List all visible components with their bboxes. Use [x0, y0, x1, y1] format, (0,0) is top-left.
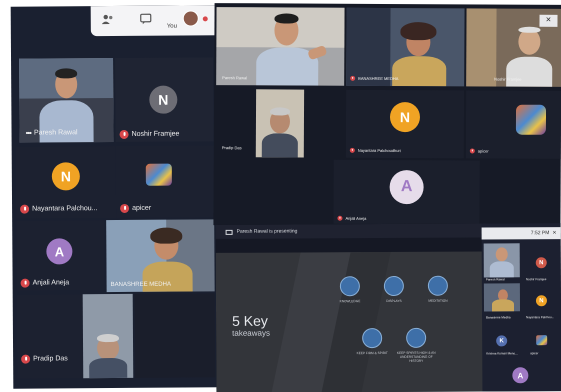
left-meeting-screenshot: You ••• Paresh Rawal N Noshir Framjee N … — [10, 5, 222, 389]
participant-name: Nayantara Palchou... — [526, 315, 555, 320]
avatar-apicer — [536, 335, 548, 346]
mic-muted-icon — [350, 75, 356, 81]
avatar-noshir: N — [535, 257, 547, 269]
avatar-anjali: A — [389, 170, 424, 205]
avatar-nayantara: N — [389, 102, 421, 133]
participant-name: Anjali Aneja — [345, 215, 367, 221]
mic-muted-icon — [20, 278, 30, 288]
close-icon[interactable]: ✕ — [539, 14, 558, 27]
participant-name: apicer — [132, 204, 152, 212]
participant-tile-paresh[interactable]: ••• Paresh Rawal — [19, 58, 114, 143]
participant-name: Nayantara Palchou... — [32, 205, 98, 213]
close-icon[interactable]: ✕ — [552, 230, 556, 236]
record-icon[interactable] — [202, 16, 208, 22]
participant-tile-anjali[interactable]: A Anjali Aneja — [333, 159, 480, 225]
participant-name: Noshir Framjee — [525, 277, 547, 282]
participant-tile-paresh[interactable]: Paresh Rawal — [216, 7, 345, 86]
people-icon — [406, 327, 427, 348]
participant-name: Paresh Rawal — [33, 129, 78, 137]
avatar-apicer — [145, 163, 172, 186]
avatar-anjali: A — [512, 367, 529, 384]
avatar-nayantara: N — [535, 295, 547, 307]
participant-tile-noshir[interactable]: N Noshir Framjee — [115, 57, 214, 143]
avatar-nayantara: N — [51, 162, 80, 191]
presenting-text: Paresh Rawal is presenting — [236, 228, 298, 235]
participant-tile-pradip[interactable]: Pradip Das — [16, 294, 88, 379]
participant-name: Paresh Rawal — [222, 75, 248, 81]
participant-tile-banashree[interactable] — [483, 283, 521, 312]
participant-name: Pradip Das — [33, 355, 68, 363]
mic-muted-icon — [337, 215, 343, 221]
avatar-apicer — [515, 104, 547, 135]
time-display: 7:52 PM — [530, 230, 550, 237]
participant-name: apicer — [530, 351, 539, 356]
participant-tile-nayantara[interactable]: N Nayantara Palchou... — [15, 146, 117, 219]
avatar-noshir: N — [149, 85, 178, 114]
self-avatar[interactable] — [182, 10, 199, 27]
participant-name: Nayantara Palchoudhuri — [357, 147, 401, 154]
mic-muted-icon — [349, 147, 355, 153]
participant-name: apicer — [477, 148, 489, 154]
participant-name: BANASHREE MEDHA — [110, 281, 171, 289]
participant-tile-nayantara[interactable]: N Nayantara Palchoudhuri — [345, 89, 465, 159]
participant-name: Pradip Das — [221, 145, 242, 151]
mic-muted-icon — [21, 354, 31, 364]
participant-tile-paresh[interactable] — [483, 243, 520, 278]
participant-name: BANASHREE MEDHA — [358, 75, 399, 82]
participant-tile-apicer[interactable]: apicer — [115, 145, 215, 218]
you-label: You — [166, 23, 177, 30]
meditation-icon — [427, 275, 448, 296]
chat-icon[interactable] — [139, 12, 153, 26]
knowledge-icon — [339, 276, 360, 297]
participant-name: Noshir Framjee — [494, 76, 522, 82]
side-participant-panel: 7:52 PM ✕ Paresh Rawal N Noshir Framjee … — [481, 223, 561, 392]
slide-title: 5 Key takeaways — [232, 312, 270, 338]
presentation-icon — [225, 229, 233, 235]
participant-tile-pradip[interactable] — [255, 89, 305, 158]
participant-name: Anjali Aneja — [32, 279, 70, 287]
side-topbar: 7:52 PM ✕ — [481, 227, 561, 240]
presentation-slide: 5 Key takeaways KNOWLEDGE DISPLAYS MEDIT… — [215, 251, 485, 392]
participant-tile-banashree[interactable]: BANASHREE MEDHA — [106, 219, 215, 293]
triangle-icon — [362, 328, 383, 349]
mic-muted-icon — [120, 203, 130, 213]
participant-tile-anjali[interactable]: A Anjali Aneja — [16, 220, 105, 291]
avatar-anjali: A — [46, 238, 73, 265]
participant-video-pradip[interactable] — [82, 293, 134, 379]
participants-icon[interactable] — [101, 12, 115, 26]
left-top-bar: You — [90, 5, 219, 37]
avatar-krishna: K — [496, 335, 508, 347]
participant-name: Krishna Kumari Meno... — [486, 351, 518, 356]
bottom-right-meeting-screenshot: Paresh Rawal is presenting 5 Key takeawa… — [215, 223, 561, 392]
more-icon[interactable]: ••• — [26, 129, 31, 138]
participant-tile-noshir[interactable]: Noshir Framjee ✕ — [466, 8, 561, 87]
participant-name: Banashree Medha — [486, 315, 511, 320]
participant-face — [495, 247, 508, 262]
mic-muted-icon — [20, 204, 30, 214]
participant-tile-banashree[interactable]: BANASHREE MEDHA — [346, 7, 465, 87]
mic-muted-icon — [469, 148, 475, 154]
participant-tile-apicer[interactable]: apicer — [465, 90, 561, 159]
book-icon — [383, 275, 404, 297]
top-right-meeting-screenshot: Paresh Rawal BANASHREE MEDHA Noshir Fram… — [213, 3, 561, 227]
mic-muted-icon — [119, 129, 129, 139]
participant-name: Noshir Framjee — [131, 130, 180, 138]
participant-name: Paresh Rawal — [485, 277, 505, 282]
